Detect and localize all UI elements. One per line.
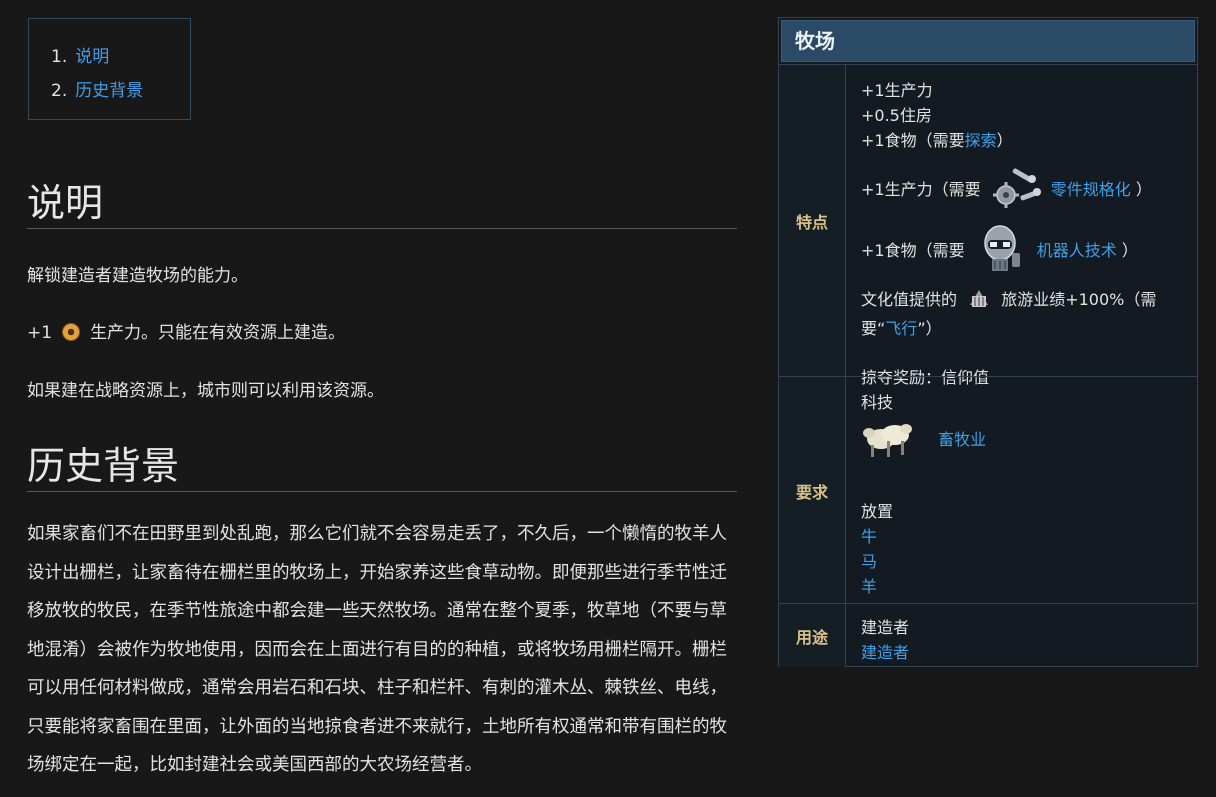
link-replaceable-parts[interactable]: 零件规格化 [1051,180,1131,199]
requirements-placement-heading: 放置 [861,502,894,521]
link-robotics[interactable]: 机器人技术 [1037,241,1117,260]
infobox-label-usage: 用途 [779,604,846,667]
link-flight[interactable]: 飞行 [885,319,917,338]
description-line-2-suffix: 生产力。只能在有效资源上建造。 [90,323,346,343]
toc-link-description[interactable]: 说明 [75,47,109,67]
resource-cattle[interactable]: 牛 [861,527,877,546]
description-line-2-prefix: +1 [27,323,53,343]
feature-tourism: 文化值提供的 旅游业绩+100%（需 [861,286,1156,310]
improvement-infobox: 牧场 特点 +1生产力 +0.5住房 +1食物（需要探索） +1生产力（需要 零… [778,17,1198,667]
description-line-3: 如果建在战略资源上，城市则可以利用该资源。 [27,381,384,401]
infobox-label-requirements: 要求 [779,377,846,604]
link-builder[interactable]: 建造者 [861,643,909,662]
section-heading-history: 历史背景 [27,443,737,492]
feature-production: +1生产力 [861,81,933,100]
feature-text: 要“ [861,319,886,338]
resource-sheep[interactable]: 羊 [861,577,877,596]
feature-text: ） [996,131,1013,150]
feature-text: +1食物（需要 [861,131,965,150]
link-exploration[interactable]: 探索 [965,131,997,150]
feature-text: ） [1135,180,1152,199]
history-paragraph: 如果家畜们不在田野里到处乱跑，那么它们就不会容易走丢了，不久后，一个懒惰的牧羊人… [27,515,907,785]
toc-item-number: 2. [51,81,68,101]
infobox-row-usage: 用途 建造者 建造者 [779,603,1197,667]
feature-housing: +0.5住房 [861,106,932,125]
toc-item-number: 1. [51,47,68,67]
usage-unit[interactable]: 建造者 [861,639,909,663]
production-icon [62,323,81,341]
feature-text: ） [1121,241,1138,260]
animal-husbandry-tech-icon[interactable] [861,413,913,463]
resource-horses[interactable]: 马 [861,552,877,571]
description-line-1: 解锁建造者建造牧场的能力。 [27,266,248,286]
toc-item: 1. 说明 [51,40,143,74]
usage-unit-heading: 建造者 [861,618,910,637]
resource-link-horses[interactable]: 马 [861,548,877,572]
culture-icon [970,290,989,307]
replaceable-parts-tech-icon [992,168,1041,208]
toc-item: 2. 历史背景 [51,74,143,108]
requirements-tech: 畜牧业 [861,413,986,463]
feature-tourism-cont: 要“飞行”） [861,315,942,339]
feature-text: +1生产力（需要 [861,180,981,199]
requirements-tech-heading: 科技 [861,393,894,412]
section-heading-description: 说明 [27,180,737,229]
feature-food-exploration: +1食物（需要探索） [861,127,1013,151]
resource-link-cattle[interactable]: 牛 [861,523,877,547]
robotics-tech-icon [983,225,1020,271]
feature-production-replaceable-parts: +1生产力（需要 零件规格化 ） [861,167,1152,209]
description-line-2: +1 生产力。只能在有效资源上建造。 [27,318,345,343]
feature-text: ”） [917,319,942,338]
table-of-contents: 1. 说明 2. 历史背景 [28,18,191,120]
infobox-row-requirements: 要求 科技 畜牧业 放置 牛 马 羊 [779,376,1197,604]
infobox-label-features: 特点 [779,65,846,377]
history-text: 如果家畜们不在田野里到处乱跑，那么它们就不会容易走丢了，不久后，一个懒惰的牧羊人… [27,524,727,775]
toc-link-history[interactable]: 历史背景 [75,81,143,101]
feature-text: +1食物（需要 [861,241,965,260]
infobox-row-features: 特点 +1生产力 +0.5住房 +1食物（需要探索） +1生产力（需要 零件规格… [779,64,1197,387]
feature-food-robotics: +1食物（需要 机器人技术 ） [861,223,1138,275]
resource-link-sheep[interactable]: 羊 [861,573,877,597]
feature-text: 文化值提供的 [861,290,958,309]
link-animal-husbandry[interactable]: 畜牧业 [938,430,986,449]
infobox-title: 牧场 [781,20,1195,62]
feature-text: 旅游业绩+100%（需 [1001,290,1157,309]
